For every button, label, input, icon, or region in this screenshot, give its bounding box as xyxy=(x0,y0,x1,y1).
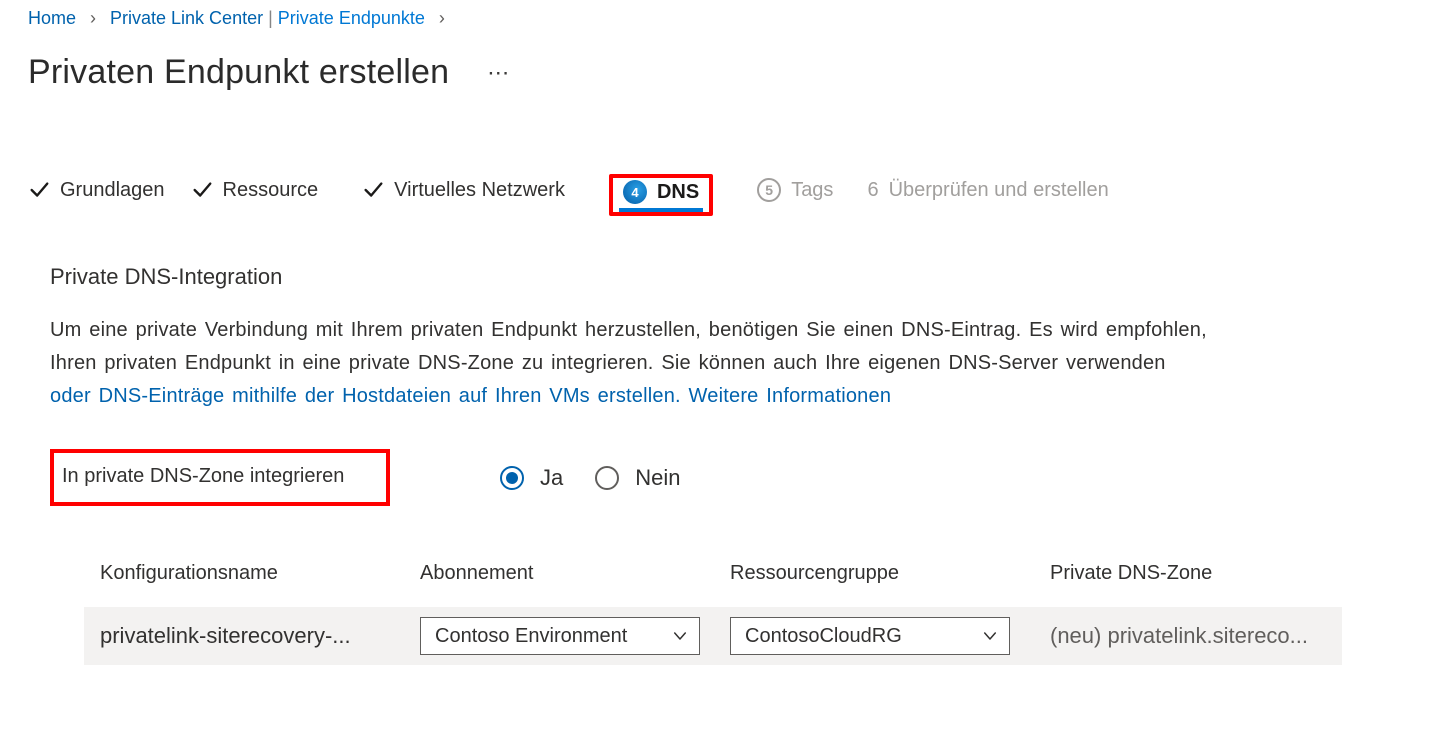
cell-subscription: Contoso Environment xyxy=(420,617,730,655)
chevron-down-icon xyxy=(671,627,689,645)
radio-icon xyxy=(500,466,524,490)
step-label: Überprüfen und erstellen xyxy=(889,179,1109,202)
desc-line-2: Ihren privaten Endpunkt in eine private … xyxy=(50,352,1166,374)
step-tags[interactable]: 5 Tags xyxy=(757,178,833,212)
col-subscription: Abonnement xyxy=(420,562,730,585)
step-ressource[interactable]: Ressource xyxy=(191,179,319,212)
breadcrumb-home[interactable]: Home xyxy=(28,8,76,29)
wizard-steps: Grundlagen Ressource Virtuelles Netzwerk… xyxy=(28,174,1422,216)
more-actions-button[interactable]: ⋯ xyxy=(487,60,509,86)
section-heading: Private DNS-Integration xyxy=(50,264,1422,290)
subscription-select[interactable]: Contoso Environment xyxy=(420,617,700,655)
breadcrumb-endpoints-link[interactable]: Private Endpunkte xyxy=(278,8,425,28)
step-label: DNS xyxy=(657,181,699,204)
checkmark-icon xyxy=(191,179,213,201)
step-vnet[interactable]: Virtuelles Netzwerk xyxy=(362,179,565,212)
radio-no[interactable]: Nein xyxy=(595,465,680,491)
radio-no-label: Nein xyxy=(635,465,680,491)
radio-icon xyxy=(595,466,619,490)
step-review[interactable]: 6 Überprüfen und erstellen xyxy=(867,179,1108,212)
step-number-icon: 4 xyxy=(623,180,647,204)
col-zone: Private DNS-Zone xyxy=(1050,562,1370,585)
checkmark-icon xyxy=(362,179,384,201)
active-tab-indicator xyxy=(619,208,703,212)
step-label: Virtuelles Netzwerk xyxy=(394,179,565,202)
cell-resource-group: ContosoCloudRG xyxy=(730,617,1050,655)
section-description: Um eine private Verbindung mit Ihrem pri… xyxy=(50,314,1422,413)
select-value: Contoso Environment xyxy=(435,625,627,648)
cell-config-name: privatelink-siterecovery-... xyxy=(100,623,420,649)
step-dns[interactable]: 4 DNS xyxy=(623,180,699,210)
select-value: ContosoCloudRG xyxy=(745,625,902,648)
learn-more-link[interactable]: oder DNS-Einträge mithilfe der Hostdatei… xyxy=(50,385,891,407)
step-label: Grundlagen xyxy=(60,179,165,202)
col-rg: Ressourcengruppe xyxy=(730,562,1050,585)
table-header-row: Konfigurationsname Abonnement Ressourcen… xyxy=(84,562,1342,585)
radio-yes[interactable]: Ja xyxy=(500,465,563,491)
step-grundlagen[interactable]: Grundlagen xyxy=(28,179,165,212)
cell-dns-zone: (neu) privatelink.sitereco... xyxy=(1050,623,1370,649)
dns-config-table: Konfigurationsname Abonnement Ressourcen… xyxy=(50,562,1422,665)
table-row: privatelink-siterecovery-... Contoso Env… xyxy=(84,607,1342,665)
highlight-box: 4 DNS xyxy=(609,174,713,216)
step-label: Tags xyxy=(791,179,833,202)
step-label: Ressource xyxy=(223,179,319,202)
chevron-right-icon: › xyxy=(90,8,96,29)
integrate-dns-radio-group: Ja Nein xyxy=(500,465,681,491)
breadcrumb-center-link[interactable]: Private Link Center xyxy=(110,8,263,28)
step-number-text: 6 xyxy=(867,179,878,202)
dns-section: Private DNS-Integration Um eine private … xyxy=(28,264,1422,665)
step-number-icon: 5 xyxy=(757,178,781,202)
desc-line-1: Um eine private Verbindung mit Ihrem pri… xyxy=(50,319,1207,341)
radio-yes-label: Ja xyxy=(540,465,563,491)
col-config: Konfigurationsname xyxy=(100,562,420,585)
breadcrumb-center[interactable]: Private Link Center | Private Endpunkte xyxy=(110,8,425,29)
checkmark-icon xyxy=(28,179,50,201)
page-title: Privaten Endpunkt erstellen xyxy=(28,53,449,92)
chevron-down-icon xyxy=(981,627,999,645)
chevron-right-icon: › xyxy=(439,8,445,29)
integrate-dns-label: In private DNS-Zone integrieren xyxy=(50,449,390,506)
breadcrumb: Home › Private Link Center | Private End… xyxy=(28,8,1422,29)
resource-group-select[interactable]: ContosoCloudRG xyxy=(730,617,1010,655)
